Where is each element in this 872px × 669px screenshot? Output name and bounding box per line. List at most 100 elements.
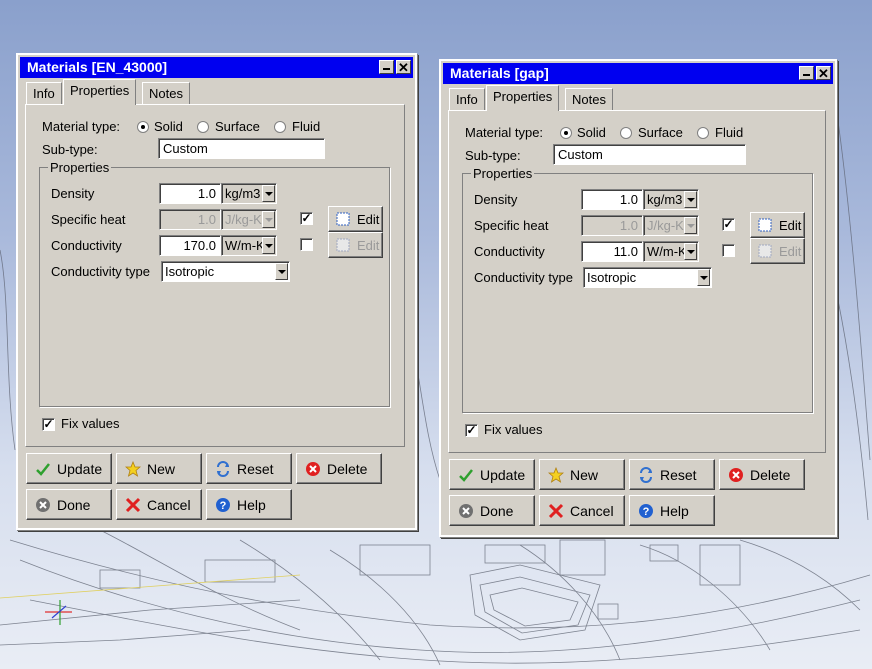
density-unit-select[interactable]: kg/m3	[221, 183, 277, 204]
radio-surface-label: Surface	[215, 119, 260, 134]
new-button[interactable]: New	[539, 459, 625, 490]
specific-heat-edit-button[interactable]: Edit	[750, 212, 805, 238]
tab-info[interactable]: Info	[449, 88, 485, 110]
dialog-titlebar[interactable]: Materials [EN_43000] ✕	[20, 57, 413, 78]
specific-heat-edit-button[interactable]: Edit	[328, 206, 383, 232]
radio-fluid-label: Fluid	[292, 119, 321, 134]
delete-button[interactable]: Delete	[719, 459, 805, 490]
subtype-label: Sub-type:	[42, 142, 98, 157]
tab-properties[interactable]: Properties	[63, 79, 137, 105]
radio-solid-label: Solid	[154, 119, 183, 134]
dialog-titlebar[interactable]: Materials [gap] ✕	[443, 63, 833, 84]
done-button[interactable]: Done	[449, 495, 535, 526]
conductivity-unit-value: W/m-K	[647, 244, 687, 259]
conductivity-checkbox[interactable]	[722, 244, 735, 257]
svg-text:?: ?	[220, 500, 227, 512]
density-input[interactable]: 1.0	[159, 183, 221, 204]
done-button[interactable]: Done	[26, 489, 112, 520]
conductivity-edit-button[interactable]: Edit	[750, 238, 805, 264]
radio-solid[interactable]	[560, 127, 572, 139]
tab-properties[interactable]: Properties	[486, 85, 560, 111]
fix-values-checkbox[interactable]: ✓	[42, 418, 55, 431]
specific-heat-checkbox[interactable]: ✓	[300, 212, 313, 225]
chevron-down-icon[interactable]	[684, 243, 697, 260]
radio-surface[interactable]	[620, 127, 632, 139]
cancel-button[interactable]: Cancel	[539, 495, 625, 526]
specific-heat-unit-select[interactable]: J/kg-K	[221, 209, 277, 230]
density-unit-select[interactable]: kg/m3	[643, 189, 699, 210]
fix-values-checkbox[interactable]: ✓	[465, 424, 478, 437]
conductivity-type-label: Conductivity type	[474, 270, 573, 285]
new-button[interactable]: New	[116, 453, 202, 484]
specific-heat-checkbox[interactable]: ✓	[722, 218, 735, 231]
chevron-down-icon[interactable]	[262, 237, 275, 254]
cancel-button[interactable]: Cancel	[116, 489, 202, 520]
conductivity-checkbox[interactable]	[300, 238, 313, 251]
properties-group-title: Properties	[48, 160, 112, 175]
refresh-icon	[217, 460, 229, 477]
subtype-input[interactable]: Custom	[553, 144, 746, 165]
fix-values-label: Fix values	[484, 422, 543, 437]
reset-label: Reset	[237, 460, 274, 477]
help-label: Help	[237, 496, 266, 513]
minimize-icon[interactable]	[799, 66, 814, 80]
conductivity-type-select[interactable]: Isotropic	[583, 267, 712, 288]
update-button[interactable]: Update	[26, 453, 112, 484]
reset-button[interactable]: Reset	[206, 453, 292, 484]
update-button[interactable]: Update	[449, 459, 535, 490]
subtype-label: Sub-type:	[465, 148, 521, 163]
specific-heat-label: Specific heat	[51, 212, 126, 227]
specific-heat-unit-value: J/kg-K	[647, 218, 684, 233]
done-icon	[459, 503, 473, 518]
chevron-down-icon[interactable]	[684, 217, 697, 234]
tab-info[interactable]: Info	[26, 82, 62, 104]
conductivity-input[interactable]: 11.0	[581, 241, 643, 262]
help-icon: ?	[639, 503, 653, 518]
conductivity-label: Conductivity	[51, 238, 122, 253]
tab-notes[interactable]: Notes	[142, 82, 190, 104]
radio-solid[interactable]	[137, 121, 149, 133]
edit-label: Edit	[779, 217, 802, 233]
conductivity-unit-select[interactable]: W/m-K	[221, 235, 277, 256]
conductivity-input[interactable]: 170.0	[159, 235, 221, 256]
checkmark-icon	[36, 462, 50, 476]
radio-fluid[interactable]	[274, 121, 286, 133]
radio-surface[interactable]	[197, 121, 209, 133]
radio-solid-label: Solid	[577, 125, 606, 140]
chevron-down-icon[interactable]	[697, 269, 710, 286]
help-button[interactable]: ? Help	[629, 495, 715, 526]
help-label: Help	[660, 502, 689, 519]
conductivity-edit-button[interactable]: Edit	[328, 232, 383, 258]
cancel-icon	[548, 503, 564, 518]
density-input[interactable]: 1.0	[581, 189, 643, 210]
radio-fluid[interactable]	[697, 127, 709, 139]
specific-heat-input[interactable]: 1.0	[581, 215, 643, 236]
chevron-down-icon[interactable]	[262, 211, 275, 228]
chevron-down-icon[interactable]	[275, 263, 288, 280]
close-icon[interactable]: ✕	[816, 66, 831, 80]
specific-heat-unit-select[interactable]: J/kg-K	[643, 215, 699, 236]
radio-fluid-label: Fluid	[715, 125, 744, 140]
edit-label: Edit	[357, 211, 380, 227]
reset-button[interactable]: Reset	[629, 459, 715, 490]
chevron-down-icon[interactable]	[684, 191, 697, 208]
delete-label: Delete	[327, 460, 368, 477]
minimize-icon[interactable]	[379, 60, 394, 74]
material-type-label: Material type:	[42, 119, 121, 134]
conductivity-type-select[interactable]: Isotropic	[161, 261, 290, 282]
delete-button[interactable]: Delete	[296, 453, 382, 484]
chevron-down-icon[interactable]	[262, 185, 275, 202]
update-label: Update	[480, 466, 526, 483]
specific-heat-input[interactable]: 1.0	[159, 209, 221, 230]
close-icon[interactable]: ✕	[396, 60, 411, 74]
conductivity-unit-select[interactable]: W/m-K	[643, 241, 699, 262]
delete-icon	[729, 467, 743, 482]
subtype-input[interactable]: Custom	[158, 138, 325, 159]
conductivity-unit-value: W/m-K	[225, 238, 265, 253]
tab-notes[interactable]: Notes	[565, 88, 613, 110]
cancel-label: Cancel	[147, 496, 191, 513]
star-icon	[548, 466, 564, 483]
help-button[interactable]: ? Help	[206, 489, 292, 520]
properties-panel: Material type: Solid Surface Fluid Sub-t…	[448, 110, 826, 453]
cancel-label: Cancel	[570, 502, 614, 519]
